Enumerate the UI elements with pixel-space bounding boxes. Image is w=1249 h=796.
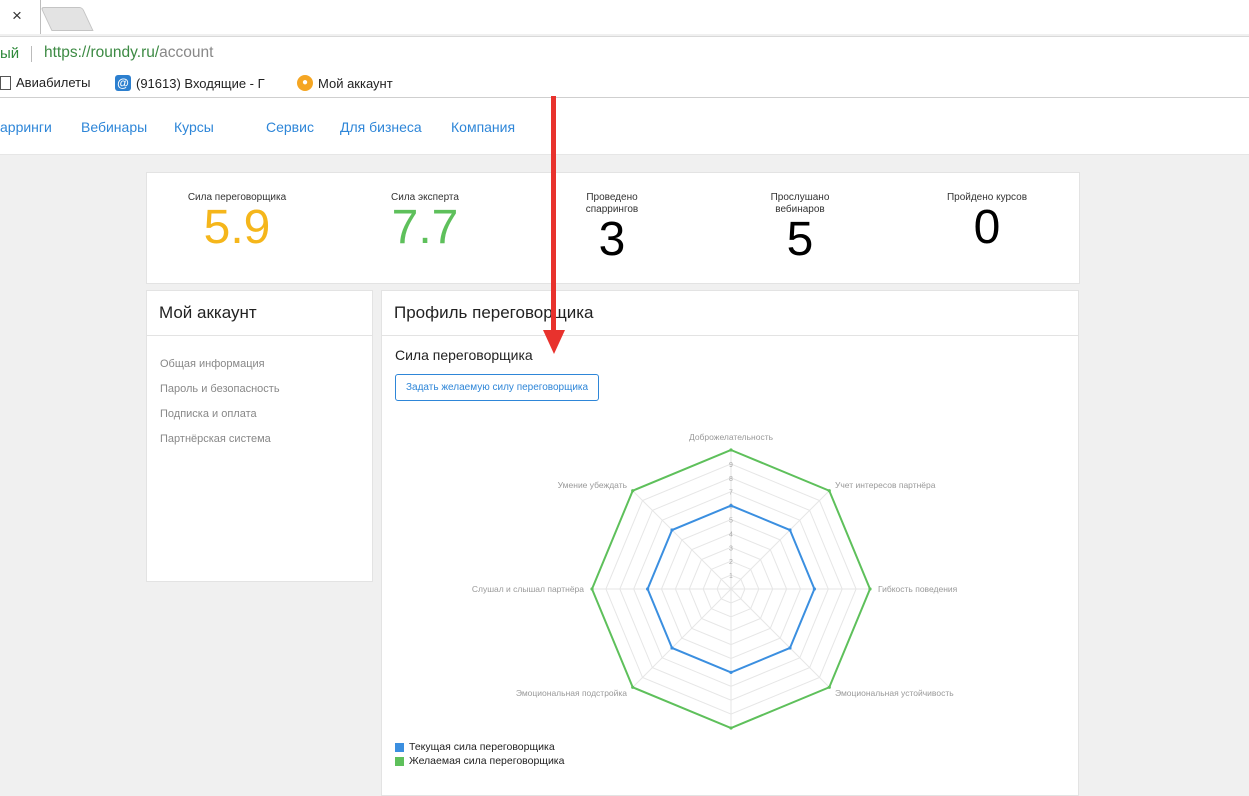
nav-sparring[interactable]: арринги bbox=[0, 119, 52, 135]
stat-value: 0 bbox=[973, 201, 1001, 254]
radar-tick-label: 8 bbox=[729, 476, 733, 483]
stat-value: 7.7 bbox=[391, 201, 459, 254]
site-ball-icon: ● bbox=[297, 75, 313, 91]
address-bar[interactable]: ый https://roundy.ru/account bbox=[0, 36, 1249, 70]
radar-point bbox=[729, 726, 733, 730]
url-host: https://roundy.ru/ bbox=[44, 44, 160, 61]
radar-point bbox=[788, 646, 792, 650]
bookmarks-bar: Авиабилеты @ (91613) Входящие - Г ● Мой ак… bbox=[0, 69, 1249, 98]
radar-category-label: Гибкость поведения bbox=[878, 584, 958, 594]
legend-label: Текущая сила переговорщика bbox=[409, 741, 555, 753]
account-card: Мой аккаунт Общая информация Пароль и бе… bbox=[146, 290, 373, 582]
bookmark-mail[interactable]: @ (91613) Входящие - Г bbox=[115, 75, 265, 91]
menu-general-info[interactable]: Общая информация bbox=[160, 352, 372, 377]
radar-point bbox=[729, 504, 733, 508]
stat-value: 5.9 bbox=[203, 201, 271, 254]
url-text[interactable]: https://roundy.ru/account bbox=[44, 44, 213, 62]
menu-partner-system[interactable]: Партнёрская система bbox=[160, 427, 372, 452]
stat-value: 5 bbox=[786, 213, 814, 266]
bookmark-label: Мой аккаунт bbox=[318, 75, 393, 91]
radar-point bbox=[631, 489, 635, 493]
radar-tick-label: 1 bbox=[729, 573, 733, 580]
radar-point bbox=[827, 489, 831, 493]
bookmark-aviabilety[interactable]: Авиабилеты bbox=[0, 75, 90, 90]
menu-password-security[interactable]: Пароль и безопасность bbox=[160, 377, 372, 402]
radar-category-label: Доброжелательность bbox=[689, 432, 774, 442]
site-nav: арринги Вебинары Курсы Сервис Для бизнес… bbox=[0, 98, 1249, 155]
nav-service[interactable]: Сервис bbox=[266, 119, 314, 135]
document-icon bbox=[0, 75, 11, 90]
radar-category-label: Умение убеждать bbox=[558, 480, 628, 490]
negotiator-strength-heading: Сила переговорщика bbox=[395, 347, 533, 363]
radar-chart: 123456789ДоброжелательностьУчет интересо… bbox=[472, 432, 958, 739]
stat-courses: Пройдено курсов 0 bbox=[897, 173, 1077, 283]
legend-desired[interactable]: Желаемая сила переговорщика bbox=[395, 755, 564, 767]
legend-current[interactable]: Текущая сила переговорщика bbox=[395, 741, 555, 753]
radar-category-label: Учет интересов партнёра bbox=[835, 480, 936, 490]
tab-bar bbox=[0, 0, 1249, 34]
legend-swatch-current bbox=[395, 742, 404, 752]
address-separator bbox=[31, 46, 32, 62]
nav-business[interactable]: Для бизнеса bbox=[340, 119, 422, 135]
radar-category-label: Отстаивание своих интересов bbox=[671, 738, 791, 739]
bookmark-label: Авиабилеты bbox=[16, 75, 91, 90]
stat-sparrings: Проведено спаррингов 3 bbox=[522, 173, 702, 283]
account-title: Мой аккаунт bbox=[147, 291, 372, 336]
nav-webinars[interactable]: Вебинары bbox=[81, 119, 147, 135]
radar-point bbox=[670, 528, 674, 532]
legend-swatch-desired bbox=[395, 756, 404, 766]
stat-webinars: Прослушано вебинаров 5 bbox=[710, 173, 890, 283]
radar-tick-label: 7 bbox=[729, 490, 733, 497]
stat-value: 3 bbox=[598, 213, 626, 266]
radar-tick-label: 5 bbox=[729, 518, 733, 525]
set-desired-strength-button[interactable]: Задать желаемую силу переговорщика bbox=[395, 374, 600, 401]
radar-category-label: Слушал и слышал партнёра bbox=[472, 584, 584, 594]
profile-title: Профиль переговорщика bbox=[382, 291, 1078, 336]
radar-category-label: Эмоциональная устойчивость bbox=[835, 688, 954, 698]
stat-negotiator-strength: Сила переговорщика 5.9 bbox=[147, 173, 327, 283]
menu-subscription[interactable]: Подписка и оплата bbox=[160, 402, 372, 427]
url-path: account bbox=[159, 44, 214, 61]
radar-tick-label: 9 bbox=[729, 462, 733, 469]
profile-card: Профиль переговорщика Сила переговорщика… bbox=[381, 290, 1079, 796]
stats-card: Сила переговорщика 5.9 Сила эксперта 7.7… bbox=[146, 172, 1080, 284]
radar-point bbox=[812, 587, 816, 591]
radar-point bbox=[788, 528, 792, 532]
radar-point bbox=[827, 685, 831, 689]
bookmark-account[interactable]: ● Мой аккаунт bbox=[297, 75, 393, 91]
stat-expert-strength: Сила эксперта 7.7 bbox=[335, 173, 515, 283]
mail-at-icon: @ bbox=[115, 75, 131, 91]
radar-point bbox=[729, 670, 733, 674]
radar-point bbox=[590, 587, 594, 591]
radar-tick-label: 3 bbox=[729, 545, 733, 552]
radar-point bbox=[631, 685, 635, 689]
radar-point bbox=[670, 646, 674, 650]
nav-company[interactable]: Компания bbox=[451, 119, 515, 135]
legend-label: Желаемая сила переговорщика bbox=[409, 755, 565, 767]
radar-category-label: Эмоциональная подстройка bbox=[516, 688, 627, 698]
annotation-arrow-shaft bbox=[551, 96, 556, 332]
annotation-arrow-head bbox=[543, 330, 565, 354]
radar-tick-label: 2 bbox=[729, 559, 733, 566]
radar-point bbox=[868, 587, 872, 591]
bookmark-label: (91613) Входящие - Г bbox=[136, 75, 265, 91]
address-prefix: ый bbox=[0, 45, 20, 62]
close-tab-icon[interactable]: × bbox=[12, 6, 22, 26]
radar-point bbox=[646, 587, 650, 591]
radar-tick-label: 4 bbox=[729, 531, 733, 538]
nav-courses[interactable]: Курсы bbox=[174, 119, 214, 135]
radar-point bbox=[729, 448, 733, 452]
